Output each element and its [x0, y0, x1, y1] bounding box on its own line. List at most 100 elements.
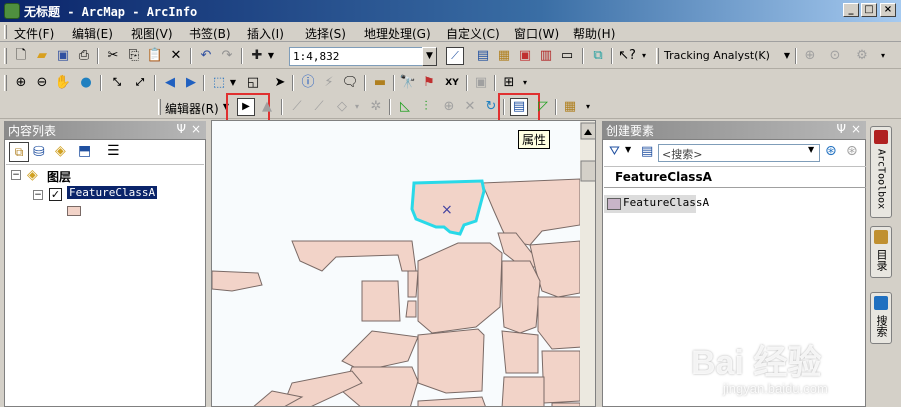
construction-tools-icon[interactable]: ◇ — [333, 98, 351, 116]
map-feature-polygon[interactable] — [501, 330, 539, 374]
toc-pin-icon[interactable]: Ψ — [177, 122, 186, 136]
list-by-source-icon[interactable]: ⛁ — [33, 144, 45, 160]
maximize-button[interactable]: □ — [861, 3, 877, 17]
menu-bookmarks[interactable]: 书签(B) — [189, 25, 231, 42]
measure-icon[interactable]: ▬ — [371, 74, 389, 92]
whats-this-icon[interactable]: ↖? — [618, 47, 636, 65]
fixed-zoom-in-icon[interactable]: ⤡ — [108, 74, 126, 92]
menu-file[interactable]: 文件(F) — [14, 25, 54, 42]
sketch-properties-icon[interactable]: ◸ — [534, 98, 552, 116]
full-extent-icon[interactable]: ● — [77, 74, 95, 92]
menu-geoprocessing[interactable]: 地理处理(G) — [364, 25, 431, 42]
filter-icon[interactable]: ⛛ — [609, 144, 620, 159]
forward-extent-icon[interactable]: ▶ — [182, 74, 200, 92]
copy-icon[interactable]: ⎘ — [125, 47, 143, 65]
map-scale-combobox[interactable]: 1:4,832 — [289, 47, 423, 66]
layer-symbol-swatch[interactable] — [67, 206, 81, 216]
new-document-icon[interactable]: 🗋 — [12, 47, 30, 65]
collapse-layers-icon[interactable]: − — [11, 170, 21, 180]
search-go-icon[interactable]: ⊛ — [825, 143, 837, 159]
reshape-feature-icon[interactable]: ⫶ — [417, 98, 435, 116]
catalog-tab[interactable]: 目录 — [870, 226, 892, 278]
select-elements-icon[interactable]: ➤ — [271, 74, 289, 92]
menu-selection[interactable]: 选择(S) — [305, 25, 346, 42]
editor-toolbar-options-icon[interactable]: ▾ — [583, 98, 593, 116]
map-feature-polygon[interactable] — [501, 376, 545, 407]
edit-tool-icon[interactable]: ▶ — [237, 98, 255, 116]
cut-icon[interactable]: ✂ — [104, 47, 122, 65]
arctoolbox-tab[interactable]: ArcToolbox — [870, 126, 892, 218]
delete-icon[interactable]: ✕ — [167, 47, 185, 65]
edit-annotation-tool-icon[interactable]: ▲ — [258, 98, 276, 116]
open-folder-icon[interactable]: ▰ — [33, 47, 51, 65]
select-features-dropdown-icon[interactable]: ▼ — [228, 74, 238, 92]
map-feature-polygon[interactable] — [541, 350, 581, 404]
map-view[interactable]: × — [211, 120, 596, 407]
layer-visibility-checkbox[interactable]: ✓ — [49, 188, 62, 201]
playback-icon[interactable]: ⊙ — [826, 47, 844, 65]
viewer-window-icon[interactable]: ⊞ — [500, 74, 518, 92]
undo-icon[interactable]: ↶ — [197, 47, 215, 65]
map-feature-polygon[interactable] — [212, 270, 263, 292]
split-tool-icon[interactable]: ✲ — [367, 98, 385, 116]
menu-customize[interactable]: 自定义(C) — [446, 25, 500, 42]
list-by-drawing-order-icon[interactable]: ⧉ — [9, 142, 29, 162]
map-feature-polygon[interactable] — [417, 396, 486, 407]
html-popup-icon[interactable]: 🗨 — [341, 74, 359, 92]
catalog-window-icon[interactable]: ▦ — [495, 47, 513, 65]
map-feature-polygon[interactable] — [405, 300, 417, 318]
zoom-out-icon[interactable]: ⊖ — [33, 74, 51, 92]
clear-selection-icon[interactable]: ◱ — [244, 74, 262, 92]
split-icon[interactable]: ✕ — [461, 98, 479, 116]
search-window-icon[interactable]: ▣ — [516, 47, 534, 65]
filter-dropdown-icon[interactable]: ▼ — [625, 145, 631, 154]
layer-name[interactable]: FeatureClassA — [67, 186, 158, 199]
search-stop-icon[interactable]: ⊛ — [846, 143, 858, 159]
back-extent-icon[interactable]: ◀ — [161, 74, 179, 92]
list-by-selection-icon[interactable]: ⬒ — [78, 143, 91, 159]
tracking-analyst-dropdown-icon[interactable]: ▼ — [782, 47, 792, 65]
map-feature-polygon[interactable] — [361, 280, 401, 322]
print-icon[interactable]: ⎙ — [75, 47, 93, 65]
tracking-analyst-menu[interactable]: Tracking Analyst(K) — [664, 49, 770, 62]
template-search-input[interactable]: <搜索> — [658, 144, 820, 162]
python-window-icon[interactable]: ▭ — [558, 47, 576, 65]
toc-window-icon[interactable]: ▤ — [474, 47, 492, 65]
scale-dropdown-icon[interactable]: ▼ — [422, 47, 437, 66]
close-button[interactable]: × — [880, 3, 896, 17]
tracking-manager-icon[interactable]: ⚙ — [853, 47, 871, 65]
map-feature-polygon[interactable] — [537, 296, 583, 350]
collapse-layer-icon[interactable]: − — [33, 190, 43, 200]
create-features-pin-icon[interactable]: Ψ — [837, 122, 846, 136]
editor-toolbar-toggle-icon[interactable]: ⟋ — [446, 47, 464, 65]
toolbar-options-icon[interactable]: ▾ — [639, 47, 649, 65]
paste-icon[interactable]: 📋 — [146, 47, 164, 65]
minimize-button[interactable]: _ — [843, 3, 859, 17]
menu-help[interactable]: 帮助(H) — [573, 25, 615, 42]
map-feature-polygon[interactable] — [417, 328, 485, 394]
zoom-in-icon[interactable]: ⊕ — [12, 74, 30, 92]
editor-menu[interactable]: 编辑器(R) — [165, 100, 219, 117]
organize-templates-icon[interactable]: ▤ — [641, 144, 653, 159]
cut-polygons-icon[interactable]: ⊕ — [440, 98, 458, 116]
map-feature-polygon[interactable] — [341, 330, 419, 372]
tracking-toolbar-options-icon[interactable]: ▾ — [878, 47, 888, 65]
menu-edit[interactable]: 编辑(E) — [72, 25, 113, 42]
layers-group-label[interactable]: 图层 — [47, 168, 71, 185]
model-builder-icon[interactable]: ⧉ — [589, 47, 607, 65]
find-route-icon[interactable]: ⚑ — [420, 74, 438, 92]
fixed-zoom-out-icon[interactable]: ⤢ — [131, 74, 149, 92]
map-feature-polygon[interactable] — [417, 242, 503, 334]
identify-icon[interactable]: ⓘ — [299, 74, 317, 92]
list-by-visibility-icon[interactable]: ◈ — [55, 143, 66, 159]
add-data-dropdown-icon[interactable]: ▼ — [266, 47, 276, 65]
menu-view[interactable]: 视图(V) — [131, 25, 173, 42]
redo-icon[interactable]: ↷ — [218, 47, 236, 65]
time-slider-icon[interactable]: ▣ — [472, 74, 490, 92]
toc-close-icon[interactable]: × — [191, 122, 201, 136]
tools-toolbar-options-icon[interactable]: ▾ — [520, 74, 530, 92]
map-feature-polygon[interactable] — [551, 402, 581, 407]
map-feature-polygon[interactable] — [481, 178, 581, 246]
toc-options-icon[interactable]: ☰ — [107, 143, 120, 159]
select-features-icon[interactable]: ⬚ — [210, 74, 228, 92]
